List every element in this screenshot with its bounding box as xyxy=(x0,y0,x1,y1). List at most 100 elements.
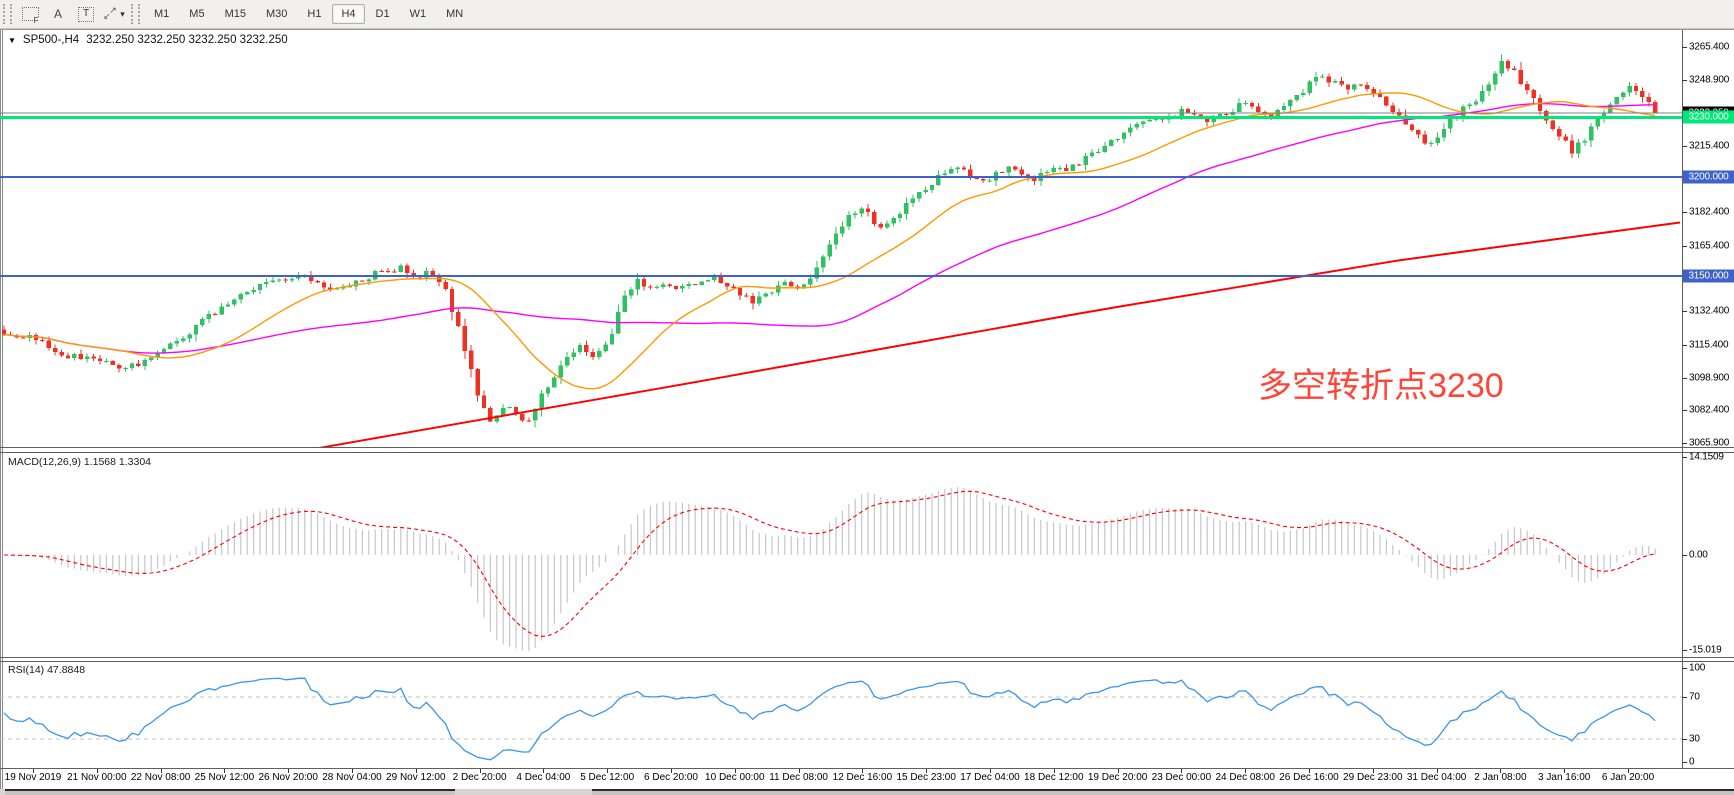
time-tick-label: 15 Dec 23:00 xyxy=(896,772,956,783)
time-tick-label: 23 Dec 00:00 xyxy=(1152,772,1212,783)
symbol-dropdown-arrow[interactable]: ▼ xyxy=(8,36,16,45)
drawing-styles-icon[interactable]: ↗↙ ▾ xyxy=(101,2,127,26)
price-tick-dash xyxy=(1682,246,1687,247)
trading-terminal: F A T ↗↙ ▾ M1M5M15M30H1H4D1W1MN ▼ SP500-… xyxy=(0,0,1734,795)
price-tick-dash xyxy=(1682,311,1687,312)
crosshair-label-icon[interactable]: A xyxy=(45,2,71,26)
time-tick-label: 10 Dec 00:00 xyxy=(705,772,765,783)
macd-signal-line xyxy=(4,491,1655,636)
macd-histogram xyxy=(4,487,1655,651)
tf-button-m5[interactable]: M5 xyxy=(180,4,213,24)
level-badge-3150.000: 3150.000 xyxy=(1683,270,1734,283)
tf-button-m15[interactable]: M15 xyxy=(216,4,255,24)
time-tick-label: 12 Dec 16:00 xyxy=(833,772,893,783)
price-tick-label: 3082.400 xyxy=(1689,405,1729,416)
rsi-line xyxy=(4,678,1655,760)
symbol-label: SP500-,H4 xyxy=(23,34,79,46)
chart-title: ▼ SP500-,H4 3232.250 3232.250 3232.250 3… xyxy=(8,34,288,46)
time-tick-label: 2 Dec 20:00 xyxy=(453,772,507,783)
level-badge-3200.000: 3200.000 xyxy=(1683,170,1734,183)
tf-button-h1[interactable]: H1 xyxy=(298,4,330,24)
time-tick-label: 19 Dec 20:00 xyxy=(1088,772,1148,783)
text-box-icon: T xyxy=(78,7,94,22)
rsi-axis-70-label: 70 xyxy=(1689,692,1700,703)
indicator-list-icon[interactable]: F xyxy=(17,2,43,26)
background-window-edge xyxy=(592,789,1734,795)
slow-ma-line xyxy=(0,223,1680,448)
macd-axis-max-label: 14.1509 xyxy=(1689,452,1724,463)
rsi-axis-30-dash xyxy=(1682,739,1687,740)
tf-button-w1[interactable]: W1 xyxy=(401,4,436,24)
macd-label: MACD(12,26,9) 1.1568 1.3304 xyxy=(8,456,151,468)
time-tick-label: 31 Dec 04:00 xyxy=(1407,772,1467,783)
time-tick-label: 25 Nov 12:00 xyxy=(195,772,255,783)
price-tick-dash xyxy=(1682,80,1687,81)
macd-axis-zero-label: 0.00 xyxy=(1689,550,1708,561)
rsi-axis-30-label: 30 xyxy=(1689,734,1700,745)
rsi-panel-svg[interactable] xyxy=(0,662,1682,768)
macd-axis-max-dash xyxy=(1682,457,1687,458)
price-tick-dash xyxy=(1682,443,1687,444)
price-tick-label: 3265.400 xyxy=(1689,42,1729,53)
price-tick-label: 3115.400 xyxy=(1689,339,1728,350)
price-tick-label: 3165.400 xyxy=(1689,240,1729,251)
price-tick-dash xyxy=(1682,146,1687,147)
time-tick-label: 6 Dec 20:00 xyxy=(644,772,698,783)
macd-axis-min-label: -15.019 xyxy=(1689,645,1722,656)
chevron-down-icon: ▾ xyxy=(120,9,125,20)
tf-button-m1[interactable]: M1 xyxy=(145,4,178,24)
time-tick-label: 2 Jan 08:00 xyxy=(1474,772,1526,783)
time-tick-label: 29 Nov 12:00 xyxy=(386,772,446,783)
rsi-axis-100-dash xyxy=(1682,668,1687,669)
annotation-text: 多空转折点3230 xyxy=(1258,358,1504,407)
diagonal-arrows-icon: ↗↙ xyxy=(103,6,119,22)
price-tick-label: 3098.900 xyxy=(1689,372,1729,383)
time-tick-label: 19 Nov 2019 xyxy=(5,772,62,783)
price-tick-dash xyxy=(1682,47,1687,48)
time-tick-label: 21 Nov 00:00 xyxy=(67,772,127,783)
medium-ma-line xyxy=(4,104,1655,353)
rsi-axis-70-dash xyxy=(1682,697,1687,698)
panel-splitter-2[interactable] xyxy=(0,657,1734,658)
time-tick-label: 3 Jan 16:00 xyxy=(1538,772,1590,783)
price-tick-label: 3182.400 xyxy=(1689,206,1729,217)
panel-splitter-1[interactable] xyxy=(0,447,1734,448)
price-tick-label: 3215.400 xyxy=(1689,141,1729,152)
rsi-axis-100-label: 100 xyxy=(1689,663,1705,674)
tf-button-mn[interactable]: MN xyxy=(437,4,472,24)
macd-axis-min-dash xyxy=(1682,650,1687,651)
time-tick-label: 6 Jan 20:00 xyxy=(1602,772,1654,783)
time-tick-label: 4 Dec 04:00 xyxy=(516,772,570,783)
macd-axis-zero-dash xyxy=(1682,555,1687,556)
time-tick-label: 5 Dec 12:00 xyxy=(580,772,634,783)
tf-button-d1[interactable]: D1 xyxy=(367,4,399,24)
text-label-icon[interactable]: T xyxy=(73,2,99,26)
time-tick-label: 11 Dec 08:00 xyxy=(769,772,828,783)
toolbar-drag-handle[interactable] xyxy=(3,4,12,24)
price-tick-label: 3065.900 xyxy=(1689,438,1729,449)
time-tick-label: 22 Nov 08:00 xyxy=(131,772,191,783)
toolbar: F A T ↗↙ ▾ M1M5M15M30H1H4D1W1MN xyxy=(0,0,1734,29)
tf-button-h4[interactable]: H4 xyxy=(332,4,364,24)
time-tick-label: 29 Dec 23:00 xyxy=(1343,772,1403,783)
rsi-axis-0-label: 0 xyxy=(1689,757,1694,768)
level-badge-3230.000: 3230.000 xyxy=(1683,111,1734,124)
toolbar-group-handle[interactable] xyxy=(131,4,140,24)
background-window-edge xyxy=(5,789,455,795)
price-tick-dash xyxy=(1682,378,1687,379)
price-tick-dash xyxy=(1682,345,1687,346)
time-tick-label: 17 Dec 04:00 xyxy=(960,772,1020,783)
time-tick-label: 18 Dec 12:00 xyxy=(1024,772,1084,783)
ohlc-quotes: 3232.250 3232.250 3232.250 3232.250 xyxy=(86,34,287,46)
price-axis-separator xyxy=(1682,30,1683,768)
macd-panel-svg[interactable] xyxy=(0,453,1682,656)
price-tick-dash xyxy=(1682,410,1687,411)
time-tick-label: 26 Dec 16:00 xyxy=(1279,772,1339,783)
price-tick-label: 3248.900 xyxy=(1689,74,1729,85)
bottom-strip xyxy=(0,789,1734,795)
rsi-axis-0-dash xyxy=(1682,762,1687,763)
tf-button-m30[interactable]: M30 xyxy=(257,4,296,24)
time-axis[interactable]: 19 Nov 2019 21 Nov 00:00 22 Nov 08:00 25… xyxy=(0,769,1734,789)
time-tick-label: 24 Dec 08:00 xyxy=(1215,772,1275,783)
price-tick-dash xyxy=(1682,212,1687,213)
